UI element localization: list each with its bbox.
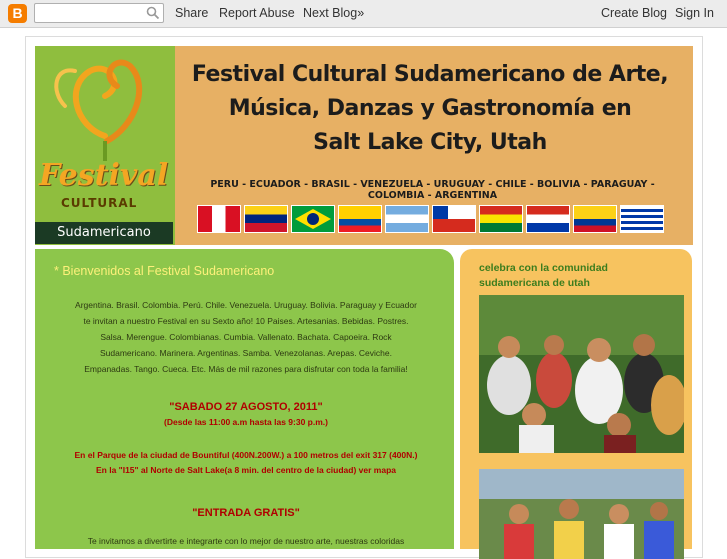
banner-title-line: Festival Cultural Sudamericano de Arte,: [191, 62, 669, 87]
main-column: [35, 249, 454, 549]
banner-title: Festival Cultural Sudamericano de Arte, …: [185, 58, 675, 160]
countries-list: PERU - ECUADOR - BRASIL - VENEZUELA - UR…: [210, 179, 655, 201]
event-date: "SABADO 27 AGOSTO, 2011": [169, 401, 323, 413]
argentina-flag-icon: [385, 205, 429, 233]
flags-row: [197, 205, 667, 233]
festival-logo: Festival CULTURAL Sudamericano: [35, 46, 175, 245]
swirl-logo-icon: [54, 59, 142, 161]
create-blog-link[interactable]: Create Blog: [601, 6, 667, 20]
post-body-line: Empanadas. Tango. Cueca. Etc. Más de mil…: [84, 364, 408, 374]
community-photo[interactable]: [479, 295, 684, 453]
sidebar-title: celebra con la comunidad sudamericana de…: [479, 262, 608, 289]
bolivia-flag-icon: [479, 205, 523, 233]
event-place-line: En la "I15" al Norte de Salt Lake(a 8 mi…: [96, 465, 396, 475]
search-icon[interactable]: [146, 6, 160, 20]
report-abuse-link[interactable]: Report Abuse: [219, 6, 295, 20]
post-body-line: Sudamericano. Marinera. Argentinas. Samb…: [99, 348, 392, 358]
chile-flag-icon: [432, 205, 476, 233]
post-title[interactable]: * Bienvenidos al Festival Sudamericano: [54, 264, 274, 278]
banner-title-line: Música, Danzas y Gastronomía en: [228, 96, 632, 121]
logo-sudamericano-text: Sudamericano: [35, 222, 173, 244]
search-input[interactable]: [38, 5, 150, 23]
logo-festival-text: Festival: [39, 158, 169, 193]
colombia-flag-icon: [573, 205, 617, 233]
event-place-line: En el Parque de la ciudad de Bountiful (…: [74, 450, 418, 460]
blogger-logo-icon[interactable]: B: [8, 4, 27, 23]
free-entry: "ENTRADA GRATIS": [192, 507, 300, 519]
paraguay-flag-icon: [526, 205, 570, 233]
venezuela-flag-icon: [244, 205, 288, 233]
share-link[interactable]: Share: [175, 6, 208, 20]
sign-in-link[interactable]: Sign In: [675, 6, 714, 20]
logo-cultural-text: CULTURAL: [61, 196, 138, 210]
event-hours: (Desde las 11:00 a.m hasta las 9:30 p.m.…: [164, 417, 328, 427]
peru-flag-icon: [197, 205, 241, 233]
header-banner[interactable]: Festival CULTURAL Sudamericano Festival …: [35, 46, 693, 245]
post-body-line: Argentina. Brasil. Colombia. Perú. Chile…: [75, 300, 417, 310]
festival-photo[interactable]: [479, 469, 684, 559]
blogger-navbar: B Share Report Abuse Next Blog» Create B…: [0, 0, 727, 28]
post-body: Argentina. Brasil. Colombia. Perú. Chile…: [48, 297, 444, 377]
uruguay-flag-icon: [620, 205, 664, 233]
post-body-line: Salsa. Merengue. Colombianas. Cumbia. Va…: [100, 332, 392, 342]
next-blog-link[interactable]: Next Blog»: [303, 6, 364, 20]
event-place: En el Parque de la ciudad de Bountiful (…: [48, 448, 444, 478]
search-box[interactable]: [34, 3, 164, 23]
ecuador-flag-icon: [338, 205, 382, 233]
brasil-flag-icon: [291, 205, 335, 233]
post-body-line: te invitan a nuestro Festival en su Sext…: [83, 316, 409, 326]
banner-title-line: Salt Lake City, Utah: [313, 130, 547, 155]
